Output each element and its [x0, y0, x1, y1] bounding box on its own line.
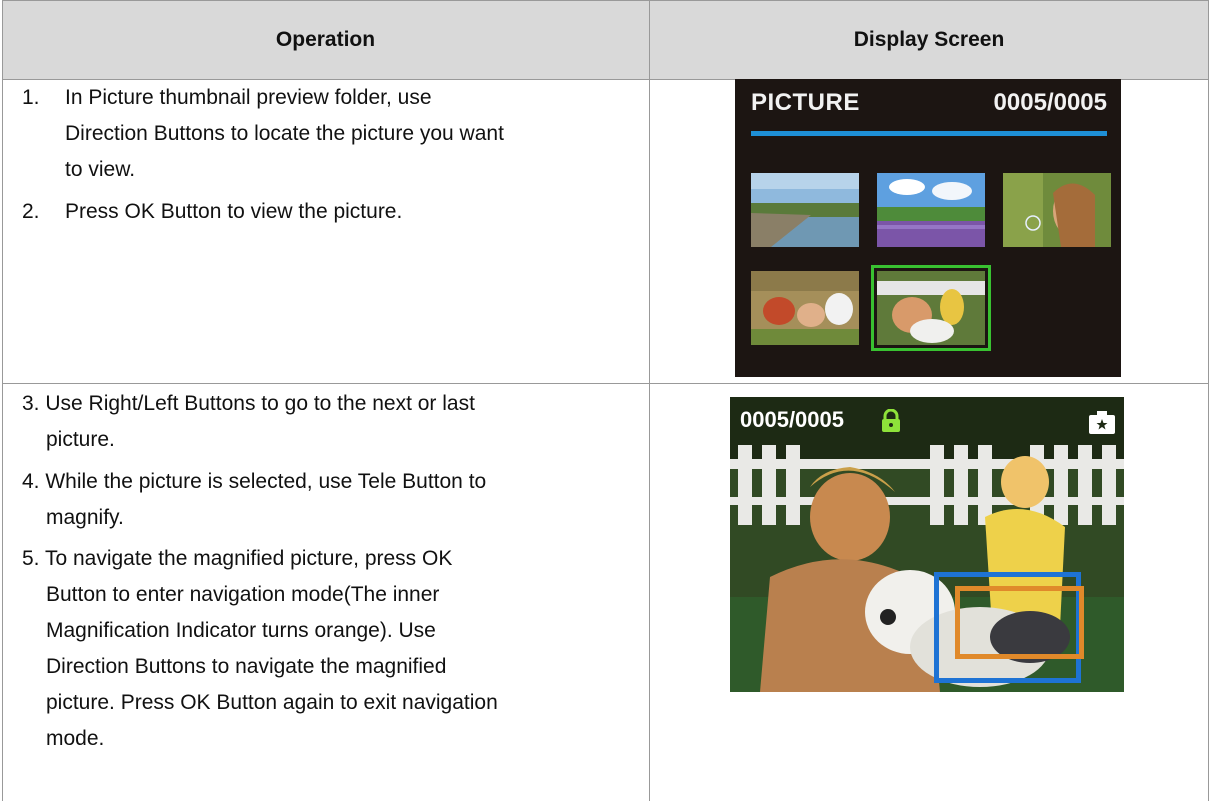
step5-line3: Magnification Indicator turns orange). U…: [46, 619, 436, 642]
thumbnail-family-picnic[interactable]: [751, 271, 859, 345]
camera-icon: [1089, 411, 1115, 434]
step5-line5: picture. Press OK Button again to exit n…: [46, 691, 498, 714]
step5-line6: mode.: [46, 727, 105, 750]
table-border-left: [2, 0, 3, 801]
lock-icon: [882, 409, 900, 432]
thumbnail-lavender-field[interactable]: [877, 173, 985, 247]
step1-number: 1.: [22, 86, 40, 109]
step4-line2: magnify.: [46, 506, 124, 529]
title-underline: [751, 131, 1107, 136]
thumbnail-preview-screen: PICTURE 0005/0005: [735, 79, 1121, 377]
step3-line2: picture.: [46, 428, 115, 451]
step2-line1: Press OK Button to view the picture.: [65, 200, 403, 223]
step5-line2: Button to enter navigation mode(The inne…: [46, 583, 440, 606]
thumbnail-pier-landscape[interactable]: [751, 173, 859, 247]
screen-title: PICTURE: [751, 89, 860, 116]
step3-line1: 3. Use Right/Left Buttons to go to the n…: [22, 392, 475, 415]
step2-number: 2.: [22, 200, 40, 223]
table-border-right: [1208, 0, 1209, 801]
header-display-screen: Display Screen: [853, 28, 1005, 51]
picture-counter: 0005/0005: [740, 407, 844, 432]
step1-line2: Direction Buttons to locate the picture …: [65, 122, 504, 145]
table-border-middle: [649, 0, 650, 801]
step1-line1: In Picture thumbnail preview folder, use: [65, 86, 432, 109]
step5-line1: 5. To navigate the magnified picture, pr…: [22, 547, 453, 570]
step1-line3: to view.: [65, 158, 136, 181]
step5-line4: Direction Buttons to navigate the magnif…: [46, 655, 447, 678]
picture-counter: 0005/0005: [993, 89, 1107, 116]
header-operation: Operation: [275, 28, 376, 51]
picture-view-screen: 0005/0005: [730, 397, 1124, 692]
thumbnail-father-child-dog-selected[interactable]: [871, 265, 991, 351]
step4-line1: 4. While the picture is selected, use Te…: [22, 470, 487, 493]
magnification-indicator-inner: [955, 586, 1084, 659]
table-border-row1: [2, 383, 1209, 384]
thumbnail-girl-bubbles[interactable]: [1003, 173, 1111, 247]
